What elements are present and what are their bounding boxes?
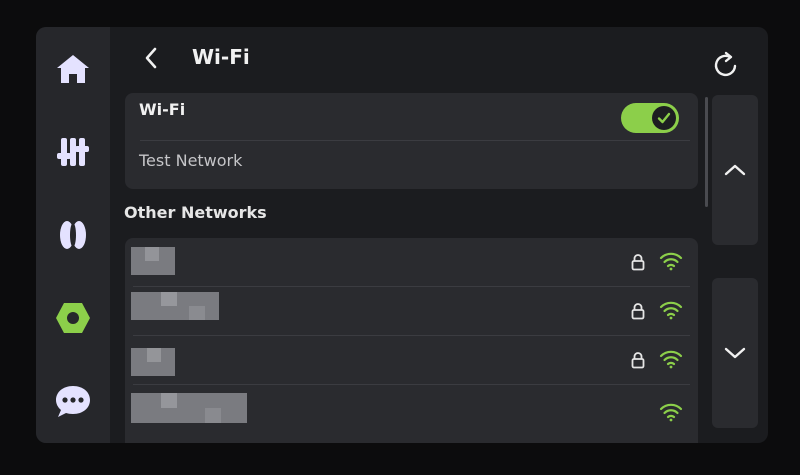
lock-icon <box>631 303 645 320</box>
pixel-block <box>161 393 177 408</box>
wifi-toggle-row: Wi-Fi <box>125 93 698 140</box>
wifi-label: Wi-Fi <box>139 100 186 119</box>
wifi-card: Wi-Fi Test Network <box>125 93 698 189</box>
sliders-icon <box>57 138 89 166</box>
check-icon <box>657 112 671 124</box>
toggle-knob <box>652 106 676 130</box>
pixelated-name <box>131 393 247 423</box>
wifi-signal-icon <box>659 301 683 320</box>
refresh-icon <box>714 51 737 77</box>
filament-icon <box>60 221 86 249</box>
chat-icon <box>56 386 90 417</box>
network-row[interactable] <box>125 385 698 434</box>
nav-messages[interactable] <box>43 371 103 431</box>
pixel-block <box>145 247 159 261</box>
nav-controls[interactable] <box>43 122 103 182</box>
pixel-block <box>205 408 221 423</box>
chevron-up-icon <box>724 164 746 176</box>
pixel-block <box>147 348 161 362</box>
current-network[interactable]: Test Network <box>139 151 242 170</box>
wifi-signal-icon <box>659 350 683 369</box>
chevron-down-icon <box>724 347 746 359</box>
page-title: Wi-Fi <box>192 45 250 69</box>
network-row[interactable] <box>125 336 698 385</box>
nav-home[interactable] <box>43 39 103 99</box>
wifi-signal-icon <box>659 403 683 422</box>
nav-settings[interactable] <box>43 288 103 348</box>
wifi-toggle[interactable] <box>621 103 679 133</box>
settings-hex-icon <box>56 303 90 333</box>
refresh-button[interactable] <box>710 49 742 81</box>
wifi-signal-icon <box>659 252 683 271</box>
screen: Wi-Fi Wi-Fi Test Network Other Networks <box>36 27 768 443</box>
pixel-block <box>189 306 205 320</box>
home-icon <box>57 55 89 83</box>
sidebar <box>36 27 110 443</box>
lock-icon <box>631 254 645 271</box>
nav-filament[interactable] <box>43 205 103 265</box>
scrollbar[interactable] <box>705 97 708 207</box>
chevron-left-icon <box>145 47 157 69</box>
scroll-down-button[interactable] <box>712 278 758 428</box>
network-row[interactable] <box>125 287 698 336</box>
section-title-other-networks: Other Networks <box>124 203 267 222</box>
main-panel: Wi-Fi Wi-Fi Test Network Other Networks <box>110 27 768 443</box>
pixel-block <box>161 292 177 306</box>
network-list <box>125 238 698 443</box>
divider <box>140 140 690 141</box>
back-button[interactable] <box>140 43 162 73</box>
network-row[interactable] <box>125 238 698 287</box>
scroll-up-button[interactable] <box>712 95 758 245</box>
lock-icon <box>631 352 645 369</box>
